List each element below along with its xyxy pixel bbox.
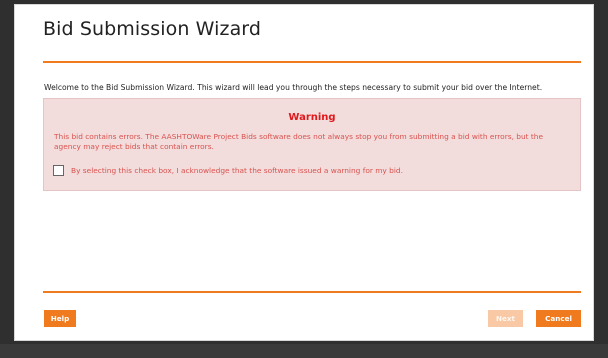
warning-panel: Warning This bid contains errors. The AA… <box>43 98 581 191</box>
warning-message: This bid contains errors. The AASHTOWare… <box>54 132 544 151</box>
footer-divider <box>43 291 581 293</box>
help-button[interactable]: Help <box>44 310 76 327</box>
warning-title: Warning <box>288 112 336 123</box>
intro-text: Welcome to the Bid Submission Wizard. Th… <box>44 83 543 92</box>
acknowledge-label[interactable]: By selecting this check box, I acknowled… <box>71 166 403 175</box>
app-window: Bid Submission Wizard Welcome to the Bid… <box>0 0 608 358</box>
page-title: Bid Submission Wizard <box>43 18 262 40</box>
wizard-dialog: Bid Submission Wizard Welcome to the Bid… <box>14 4 594 341</box>
next-button[interactable]: Next <box>488 310 523 327</box>
taskbar <box>0 344 608 358</box>
header-divider <box>43 61 581 63</box>
acknowledge-row[interactable]: By selecting this check box, I acknowled… <box>53 165 403 176</box>
cancel-button[interactable]: Cancel <box>536 310 581 327</box>
acknowledge-checkbox[interactable] <box>53 165 64 176</box>
